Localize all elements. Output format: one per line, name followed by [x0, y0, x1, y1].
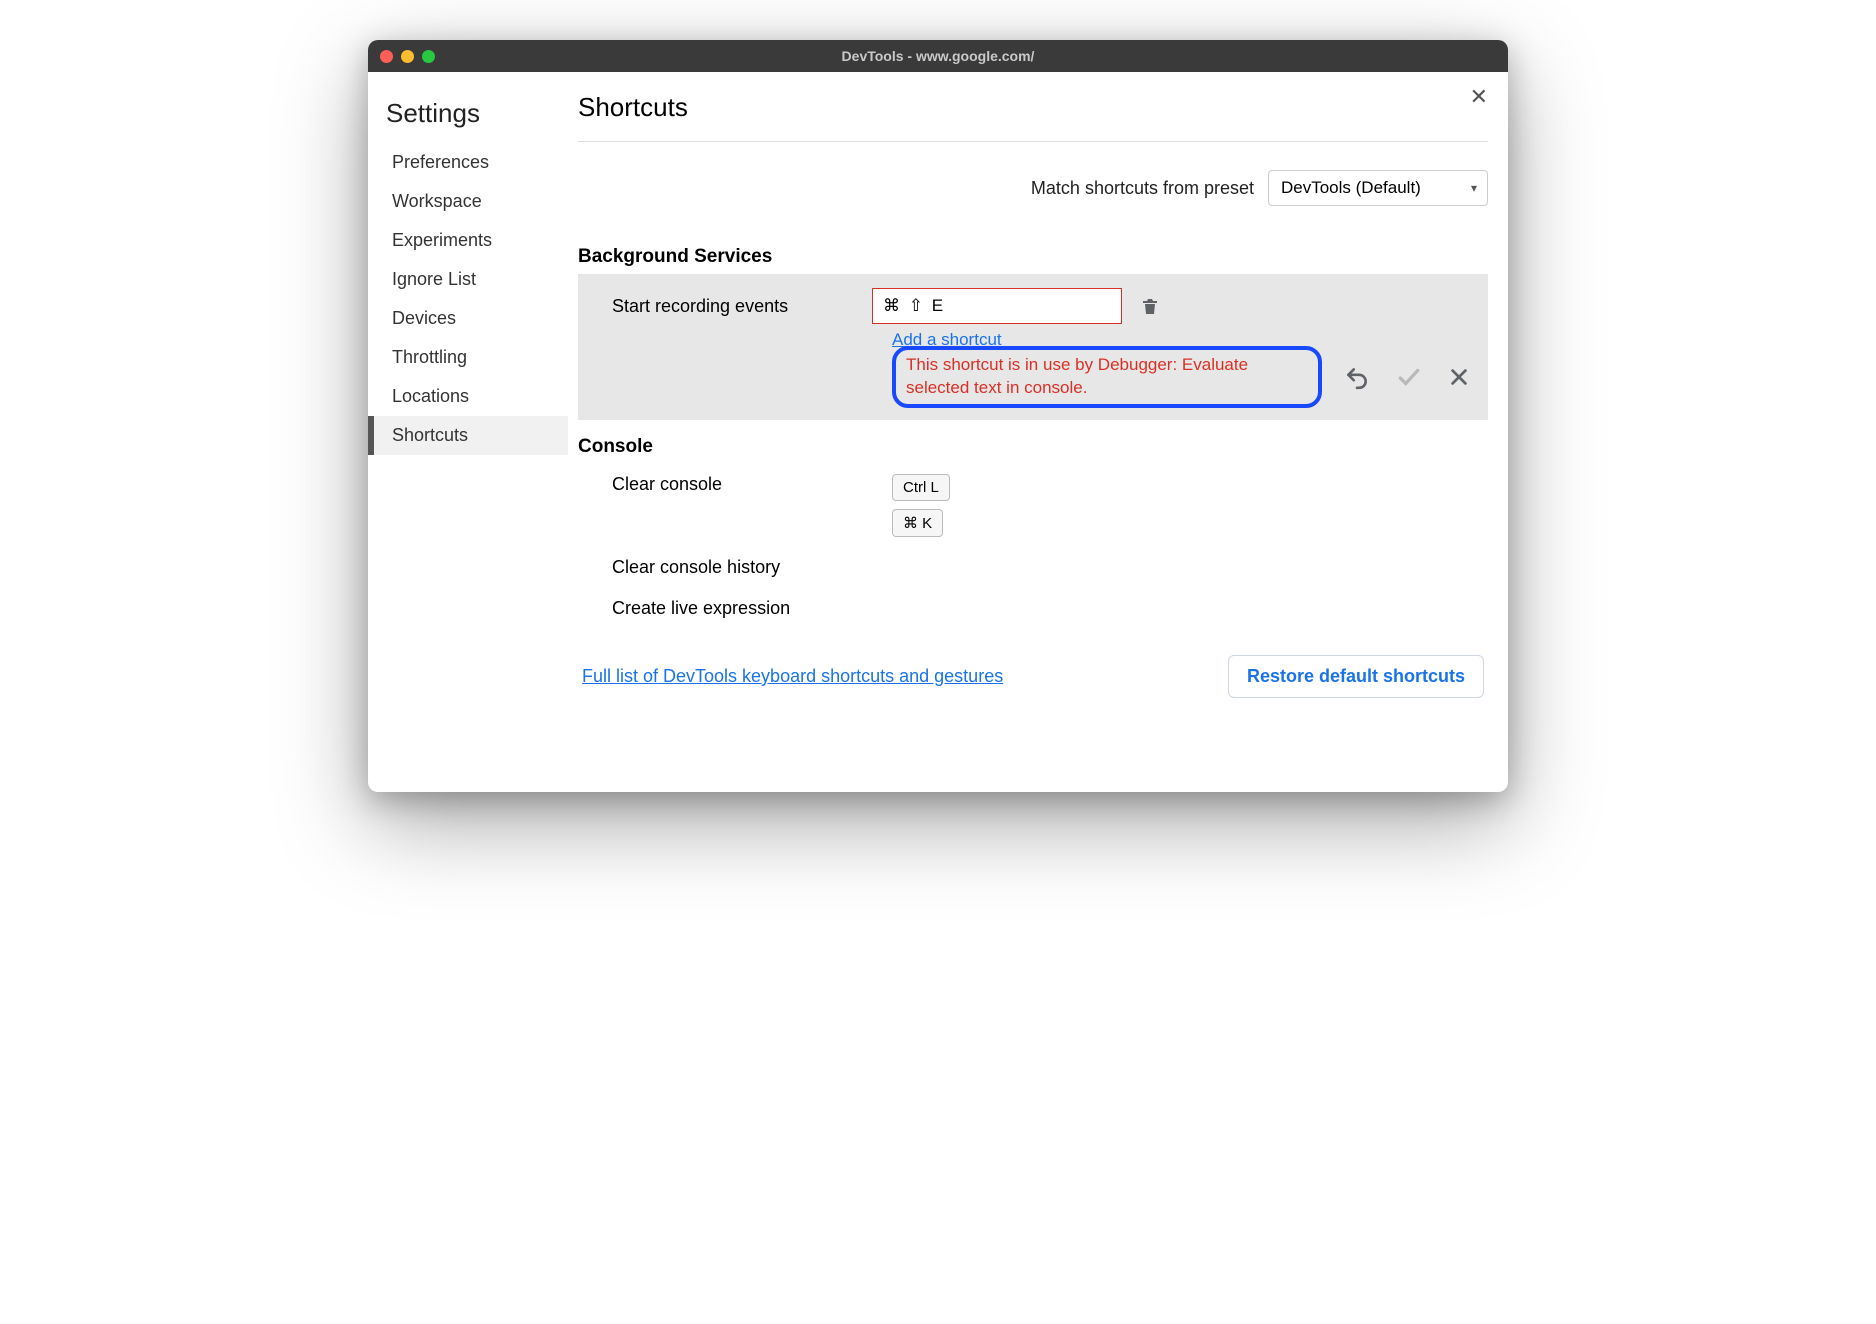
cancel-icon[interactable] [1448, 366, 1470, 388]
devtools-window: DevTools - www.google.com/ ✕ Settings Pr… [368, 40, 1508, 792]
confirm-icon [1396, 364, 1422, 390]
main-panel: Shortcuts Match shortcuts from preset De… [568, 72, 1508, 792]
window-maximize-button[interactable] [422, 50, 435, 63]
sidebar-item-label: Ignore List [392, 269, 476, 289]
shortcut-chip: ⌘ K [892, 509, 943, 537]
preset-select[interactable]: DevTools (Default) [1268, 170, 1488, 206]
page-title: Shortcuts [578, 92, 1488, 142]
shortcut-input[interactable] [872, 288, 1122, 324]
edit-actions [1344, 364, 1474, 390]
sidebar-item-experiments[interactable]: Experiments [368, 221, 568, 260]
shortcut-conflict-error: This shortcut is in use by Debugger: Eva… [892, 346, 1322, 408]
sidebar-item-label: Devices [392, 308, 456, 328]
sidebar-title: Settings [368, 92, 568, 143]
shortcut-row[interactable]: Create live expression [578, 588, 1488, 629]
section-heading-background: Background Services [578, 246, 1488, 268]
sidebar-item-label: Throttling [392, 347, 467, 367]
sidebar-item-label: Shortcuts [392, 425, 468, 445]
shortcut-row[interactable]: Clear console history [578, 547, 1488, 588]
sidebar-item-devices[interactable]: Devices [368, 299, 568, 338]
sidebar-item-locations[interactable]: Locations [368, 377, 568, 416]
sidebar-item-workspace[interactable]: Workspace [368, 182, 568, 221]
sidebar-item-label: Preferences [392, 152, 489, 172]
restore-defaults-button[interactable]: Restore default shortcuts [1228, 655, 1484, 698]
footer: Full list of DevTools keyboard shortcuts… [578, 629, 1488, 702]
undo-icon[interactable] [1344, 364, 1370, 390]
shortcut-editing-block: Start recording events Add a shortcut Th… [578, 274, 1488, 420]
full-list-link[interactable]: Full list of DevTools keyboard shortcuts… [582, 666, 1003, 687]
edit-row: Start recording events [592, 288, 1474, 324]
window-close-button[interactable] [380, 50, 393, 63]
preset-label: Match shortcuts from preset [1031, 178, 1254, 199]
section-heading-console: Console [578, 436, 1488, 458]
sidebar-item-ignore-list[interactable]: Ignore List [368, 260, 568, 299]
titlebar: DevTools - www.google.com/ [368, 40, 1508, 72]
action-label: Clear console history [612, 557, 892, 578]
window-minimize-button[interactable] [401, 50, 414, 63]
shortcut-chip: Ctrl L [892, 474, 950, 501]
preset-row: Match shortcuts from preset DevTools (De… [578, 170, 1488, 206]
sidebar-item-throttling[interactable]: Throttling [368, 338, 568, 377]
trash-icon[interactable] [1142, 297, 1158, 315]
close-icon[interactable]: ✕ [1470, 86, 1488, 108]
sidebar: Settings Preferences Workspace Experimen… [368, 72, 568, 792]
action-label: Create live expression [612, 598, 892, 619]
sidebar-item-label: Locations [392, 386, 469, 406]
preset-value: DevTools (Default) [1281, 178, 1421, 197]
shortcut-row[interactable]: Clear console Ctrl L ⌘ K [578, 464, 1488, 547]
action-label: Clear console [612, 474, 892, 495]
sidebar-item-label: Experiments [392, 230, 492, 250]
window-title: DevTools - www.google.com/ [368, 48, 1508, 64]
traffic-lights [380, 50, 435, 63]
settings-content: ✕ Settings Preferences Workspace Experim… [368, 72, 1508, 792]
sidebar-item-shortcuts[interactable]: Shortcuts [368, 416, 568, 455]
sidebar-item-label: Workspace [392, 191, 482, 211]
sidebar-item-preferences[interactable]: Preferences [368, 143, 568, 182]
action-label: Start recording events [592, 296, 872, 317]
